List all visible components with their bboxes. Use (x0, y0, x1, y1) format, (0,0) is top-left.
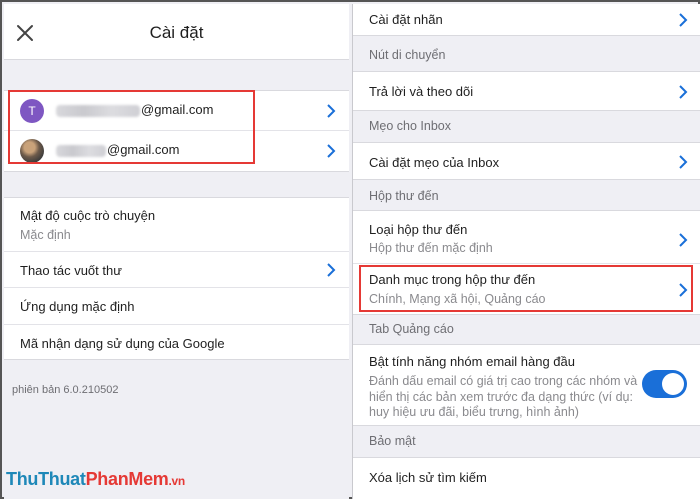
default-apps-item[interactable]: Ứng dụng mặc định (4, 288, 349, 325)
item-title: Loại hộp thư đến (369, 222, 468, 237)
item-title: Trả lời và theo dõi (369, 84, 474, 99)
item-title: Bật tính năng nhóm email hàng đầu (369, 354, 575, 369)
reply-followup-item[interactable]: Trả lời và theo dõi (353, 71, 700, 111)
item-title: Mật độ cuộc trò chuyện (20, 208, 156, 223)
section-header: Mẹo cho Inbox (369, 119, 451, 133)
watermark: ThuThuatPhanMem.vn (6, 469, 185, 490)
section-header: Bảo mật (369, 434, 416, 448)
section-header: Nút di chuyển (369, 48, 446, 62)
chevron-right-icon (327, 263, 336, 277)
chevron-right-icon (327, 144, 336, 158)
label-settings-item[interactable]: Cài đặt nhãn (353, 4, 700, 36)
chevron-right-icon (679, 155, 688, 169)
item-title: Ứng dụng mặc định (20, 299, 135, 314)
chevron-right-icon (679, 85, 688, 99)
inbox-categories-highlight (359, 265, 693, 312)
item-title: Xóa lịch sử tìm kiếm (369, 470, 487, 485)
watermark-part: ThuThuat (6, 469, 86, 489)
page-title: Cài đặt (149, 23, 204, 42)
item-title: Cài đặt mẹo của Inbox (369, 155, 500, 170)
item-title: Cài đặt nhãn (369, 12, 443, 27)
app-bar: Cài đặt (4, 4, 349, 60)
section-header: Tab Quảng cáo (369, 322, 454, 336)
watermark-part: .vn (168, 474, 186, 488)
item-subtitle: Hộp thư đến mặc định (369, 241, 493, 255)
clear-search-history-item[interactable]: Xóa lịch sử tìm kiếm (353, 457, 700, 499)
chevron-right-icon (679, 13, 688, 27)
item-title: Thao tác vuốt thư (20, 263, 122, 278)
inbox-type-item[interactable]: Loại hộp thư đến Hộp thư đến mặc định (353, 211, 700, 264)
google-usage-id-item[interactable]: Mã nhận dạng sử dụng của Google (4, 325, 349, 361)
app-version: phiên bản 6.0.210502 (12, 384, 119, 396)
item-title: Mã nhận dạng sử dụng của Google (20, 336, 225, 351)
left-panel: Cài đặt T @gmail.com @gmail.com Mật độ c… (4, 4, 349, 499)
conversation-density-item[interactable]: Mật độ cuộc trò chuyện Mặc định (4, 198, 349, 252)
inbox-tips-item[interactable]: Cài đặt mẹo của Inbox (353, 142, 700, 180)
item-description: Đánh dấu email có giá trị cao trong các … (369, 374, 638, 419)
chevron-right-icon (679, 233, 688, 247)
section-header: Hộp thư đến (369, 189, 439, 203)
settings-screenshot: Cài đặt T @gmail.com @gmail.com Mật độ c… (0, 0, 700, 499)
swipe-actions-item[interactable]: Thao tác vuốt thư (4, 252, 349, 288)
accounts-highlight (8, 90, 255, 164)
toggle-knob (662, 373, 684, 395)
general-settings-list: Mật độ cuộc trò chuyện Mặc định Thao tác… (4, 197, 349, 360)
watermark-part: PhanMem (85, 469, 169, 489)
chevron-right-icon (327, 104, 336, 118)
right-panel: Cài đặt nhãn Nút di chuyển Trả lời và th… (352, 4, 700, 499)
top-email-grouping-toggle[interactable] (642, 370, 687, 398)
item-subtitle: Mặc định (20, 228, 71, 242)
